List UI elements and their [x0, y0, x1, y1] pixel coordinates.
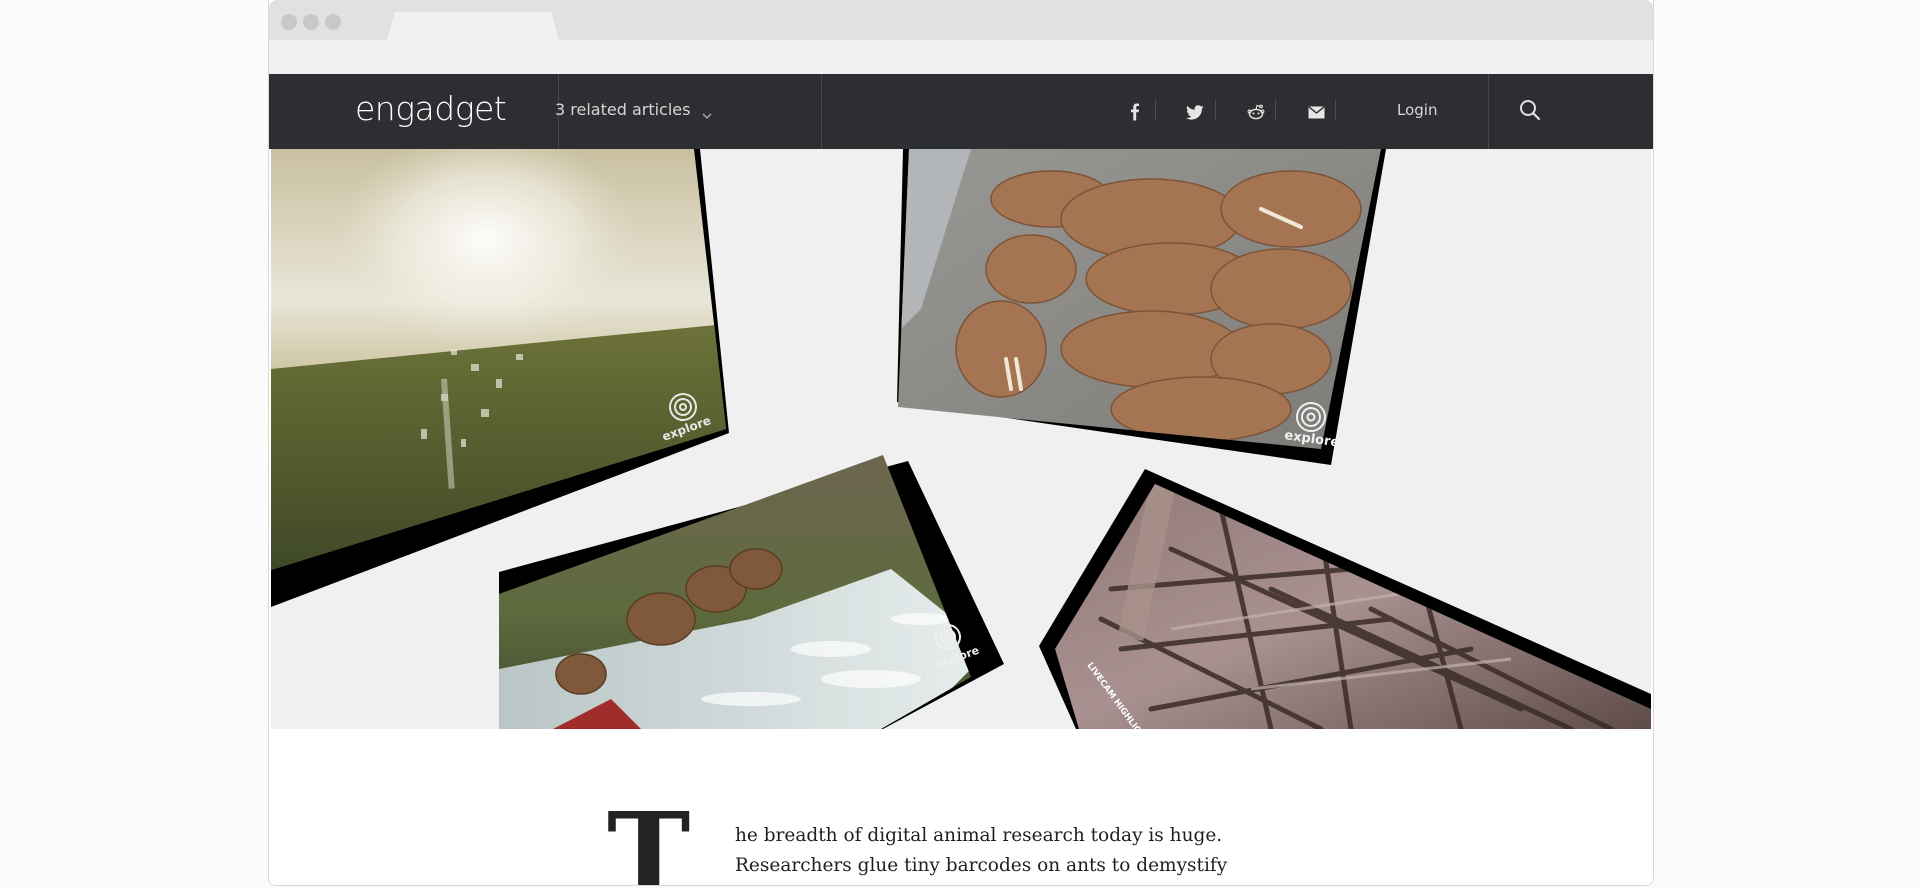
- email-icon[interactable]: [1305, 101, 1327, 123]
- article-line: he breadth of digital animal research to…: [735, 825, 1223, 846]
- related-articles-dropdown[interactable]: 3 related articles: [555, 100, 712, 119]
- hero-image-owl-nest[interactable]: LIVECAM HIGHLIGHTS: [1039, 469, 1651, 729]
- facebook-icon[interactable]: [1124, 101, 1146, 123]
- browser-tab[interactable]: [387, 12, 559, 40]
- related-articles-label: 3 related articles: [555, 100, 691, 119]
- reddit-icon[interactable]: [1245, 101, 1267, 123]
- browser-chrome: [269, 0, 1653, 74]
- drop-cap: T: [607, 789, 691, 886]
- hero-image-walrus[interactable]: explore: [891, 149, 1391, 469]
- social-divider: [1335, 100, 1336, 120]
- engadget-logo[interactable]: engadget: [355, 84, 507, 134]
- article-paragraph: he breadth of digital animal research to…: [735, 821, 1255, 885]
- twitter-icon[interactable]: [1184, 101, 1206, 123]
- chevron-down-icon: [702, 105, 712, 119]
- browser-window: engadget 3 related articles Login explor…: [268, 0, 1654, 886]
- nav-divider: [821, 74, 822, 149]
- article-body: T he breadth of digital animal research …: [269, 729, 1653, 885]
- login-link[interactable]: Login: [1397, 101, 1437, 119]
- hero-image-collage: explore explore explore: [271, 149, 1651, 729]
- window-maximize-button[interactable]: [325, 14, 341, 30]
- social-divider: [1215, 100, 1216, 120]
- site-navbar: engadget 3 related articles Login: [269, 74, 1653, 149]
- window-close-button[interactable]: [281, 14, 297, 30]
- nav-divider: [1488, 74, 1489, 149]
- social-divider: [1275, 100, 1276, 120]
- social-divider: [1155, 100, 1156, 120]
- window-minimize-button[interactable]: [303, 14, 319, 30]
- search-icon[interactable]: [1518, 98, 1544, 124]
- article-line: Researchers glue tiny barcodes on ants t…: [735, 855, 1228, 876]
